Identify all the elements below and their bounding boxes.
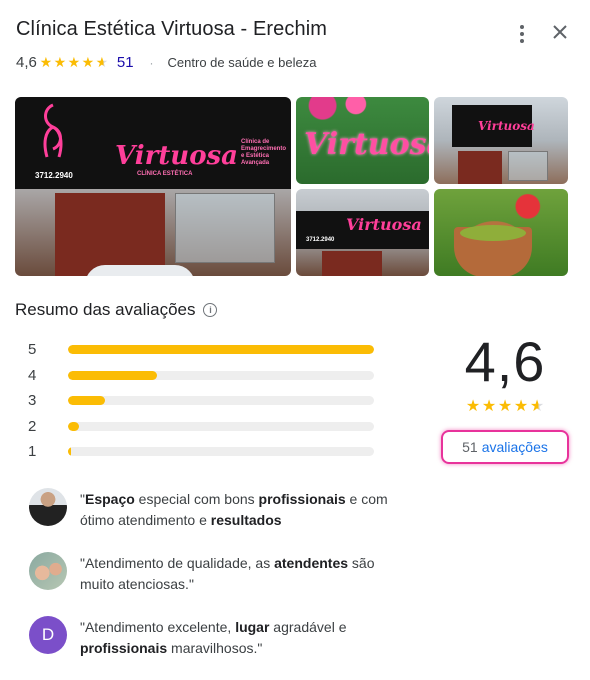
sign-subtitle: CLÍNICA ESTÉTICA [137,171,193,177]
category-label: Centro de saúde e beleza [167,55,317,70]
distribution-row-2[interactable]: 2 [28,414,374,440]
virtuosa-logo-icon [43,103,63,158]
neon-brand: Virtuosa [304,127,429,162]
pot-moss [460,225,526,241]
building-sign-brand: Virtuosa [478,119,535,133]
star-icon: ★ [53,54,67,70]
star-icon: ★ [95,54,109,70]
distribution-label: 2 [28,417,37,435]
star-icon: ★ [39,54,53,70]
star-icon: ★ [67,54,81,70]
storefront2-brand: Virtuosa [346,215,422,234]
close-icon[interactable] [550,18,574,46]
distribution-label: 3 [28,392,37,410]
avatar: D [29,616,67,654]
review-snippet[interactable]: "Atendimento de qualidade, as atendentes… [29,552,409,595]
photo-building[interactable]: Virtuosa [434,97,568,184]
rating-value: 4,6 [16,54,37,71]
distribution-row-4[interactable]: 4 [28,363,374,389]
sign-phone: 3712.2940 [35,171,73,180]
distribution-label: 1 [28,443,37,461]
reviews-count-link[interactable]: 51 [117,54,134,71]
building-window [508,151,548,181]
distribution-bar-fill [68,447,72,457]
distribution-bar-fill [68,345,374,355]
rating-distribution: 5 4 3 2 1 [28,337,374,465]
photo-gallery: 3712.2940 Virtuosa CLÍNICA ESTÉTICA Clín… [15,97,568,276]
distribution-label: 4 [28,366,37,384]
distribution-bar-fill [68,370,157,380]
distribution-bar-track [68,396,374,406]
rating-stars: ★ ★ ★ ★ ★ [39,54,109,71]
distribution-label: 5 [28,341,37,359]
reviews-summary-title: Resumo das avaliações i [15,300,218,320]
photo-neon-sign[interactable]: Virtuosa [296,97,429,184]
distribution-row-5[interactable]: 5 [28,337,374,363]
distribution-bar-fill [68,396,105,406]
distribution-row-3[interactable]: 3 [28,388,374,414]
avatar [29,488,67,526]
rating-summary: 4,6 ★ ★ ★ ★ ★ 51 avaliações [440,330,570,464]
distribution-bar-track [68,447,374,457]
sign-brand: Virtuosa [115,141,239,171]
avatar [29,552,67,590]
reviews-count: 51 [462,439,478,455]
review-snippet[interactable]: D "Atendimento excelente, lugar agradáve… [29,616,409,659]
summary-stars: ★ ★ ★ ★ ★ [440,396,570,416]
snippet-text: "Atendimento excelente, lugar agradável … [80,619,347,656]
storefront-window [175,193,275,263]
photo-storefront-2[interactable]: Virtuosa 3712.2940 [296,189,429,276]
reviews-count-button[interactable]: 51 avaliações [441,430,569,464]
more-options-icon[interactable] [510,20,534,48]
snippet-text: "Atendimento de qualidade, as atendentes… [80,555,375,592]
distribution-bar-track [68,370,374,380]
distribution-bar-fill [68,421,79,431]
distribution-row-1[interactable]: 1 [28,439,374,465]
star-icon: ★ [465,398,481,415]
star-icon: ★ [81,54,95,70]
snippet-text: "Espaço especial com bons profissionais … [80,491,388,528]
sign-services: Clínica de Emagrecimento e Estética Avan… [241,139,287,166]
separator-dot: · [149,55,154,70]
header: Clínica Estética Virtuosa - Erechim [16,18,574,43]
reviews-summary-title-text: Resumo das avaliações [15,300,196,319]
storefront2-phone: 3712.2940 [306,237,335,243]
star-icon: ★ [481,398,497,415]
rating-line: 4,6 ★ ★ ★ ★ ★ 51 · Centro de saúde e beleza [16,54,316,71]
place-title: Clínica Estética Virtuosa - Erechim [16,18,328,40]
review-snippet[interactable]: "Espaço especial com bons profissionais … [29,488,409,531]
reviews-label: avaliações [481,439,548,455]
review-snippets: "Espaço especial com bons profissionais … [29,488,409,680]
storefront2-door [322,251,382,276]
storefront-door [55,193,165,276]
distribution-bar-track [68,345,374,355]
photo-storefront-main[interactable]: 3712.2940 Virtuosa CLÍNICA ESTÉTICA Clín… [15,97,291,276]
car-roof [85,265,195,276]
photo-plant-pot[interactable] [434,189,568,276]
star-icon: ★ [513,398,529,415]
big-rating-value: 4,6 [464,330,546,393]
star-icon: ★ [529,398,545,415]
building-door [458,151,502,184]
distribution-bar-track [68,421,374,431]
info-icon[interactable]: i [203,303,218,317]
star-icon: ★ [497,398,513,415]
